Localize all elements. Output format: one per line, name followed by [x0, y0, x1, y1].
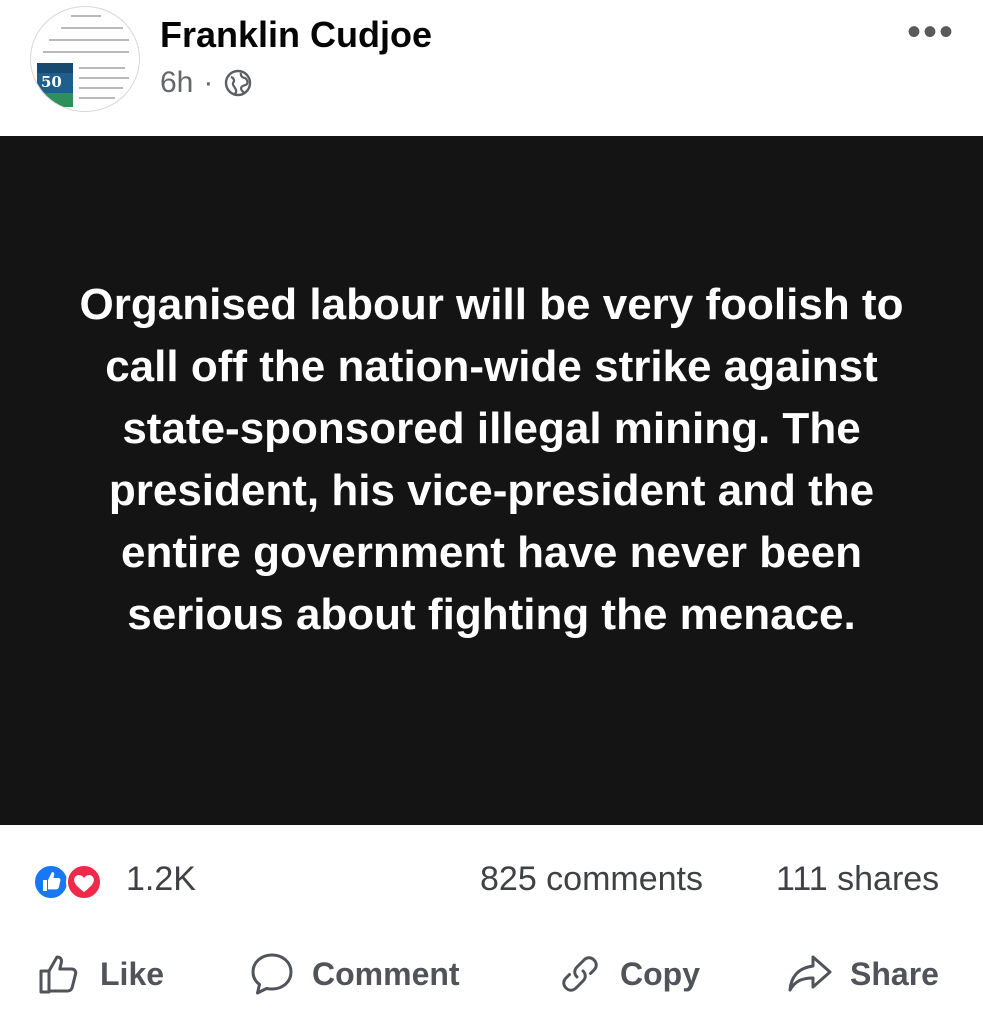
copy-button[interactable]: Copy — [556, 946, 700, 1002]
avatar-detail — [43, 51, 129, 53]
author-name[interactable]: Franklin Cudjoe — [160, 14, 432, 56]
like-label: Like — [100, 955, 165, 992]
comment-count[interactable]: 825 comments — [480, 860, 703, 899]
love-icon — [66, 864, 102, 900]
globe-icon[interactable] — [223, 68, 253, 98]
share-button[interactable]: Share — [786, 946, 939, 1002]
avatar-detail — [79, 97, 115, 99]
comment-button[interactable]: Comment — [248, 946, 460, 1002]
reaction-count[interactable]: 1.2K — [126, 860, 196, 899]
share-label: Share — [850, 955, 939, 992]
avatar-detail — [61, 27, 123, 29]
magazine-band — [37, 63, 73, 73]
like-button[interactable]: Like — [36, 946, 164, 1002]
post-header: 50 Franklin Cudjoe 6h · ••• — [0, 0, 983, 136]
more-options-icon[interactable]: ••• — [907, 12, 955, 52]
author-avatar[interactable]: 50 — [30, 6, 140, 112]
link-icon — [562, 956, 598, 992]
post-text-card: Organised labour will be very foolish to… — [0, 136, 983, 825]
share-arrow-icon — [788, 955, 832, 992]
share-count[interactable]: 111 shares — [776, 860, 939, 899]
magazine-bottom — [37, 93, 73, 107]
avatar-magazine-cover: 50 — [37, 63, 73, 107]
facebook-post: 50 Franklin Cudjoe 6h · ••• Organised la… — [0, 0, 983, 1024]
post-time[interactable]: 6h — [160, 66, 193, 100]
like-icon — [33, 864, 69, 900]
action-bar: Like Comment Copy Share — [0, 926, 983, 1024]
post-body: Organised labour will be very foolish to… — [79, 279, 904, 639]
avatar-detail — [49, 39, 129, 41]
magazine-number: 50 — [41, 73, 62, 91]
reaction-icons[interactable] — [32, 862, 108, 902]
avatar-detail — [79, 67, 125, 69]
avatar-detail — [79, 77, 129, 79]
copy-label: Copy — [620, 955, 700, 992]
meta-separator: · — [203, 66, 214, 99]
reactions-bar: 1.2K 825 comments 111 shares — [0, 826, 983, 926]
post-meta: 6h · — [160, 66, 253, 100]
avatar-detail — [71, 15, 101, 17]
comment-bubble-icon — [251, 953, 293, 995]
avatar-detail — [79, 87, 123, 89]
thumbs-up-icon — [39, 955, 78, 994]
comment-label: Comment — [312, 955, 460, 992]
